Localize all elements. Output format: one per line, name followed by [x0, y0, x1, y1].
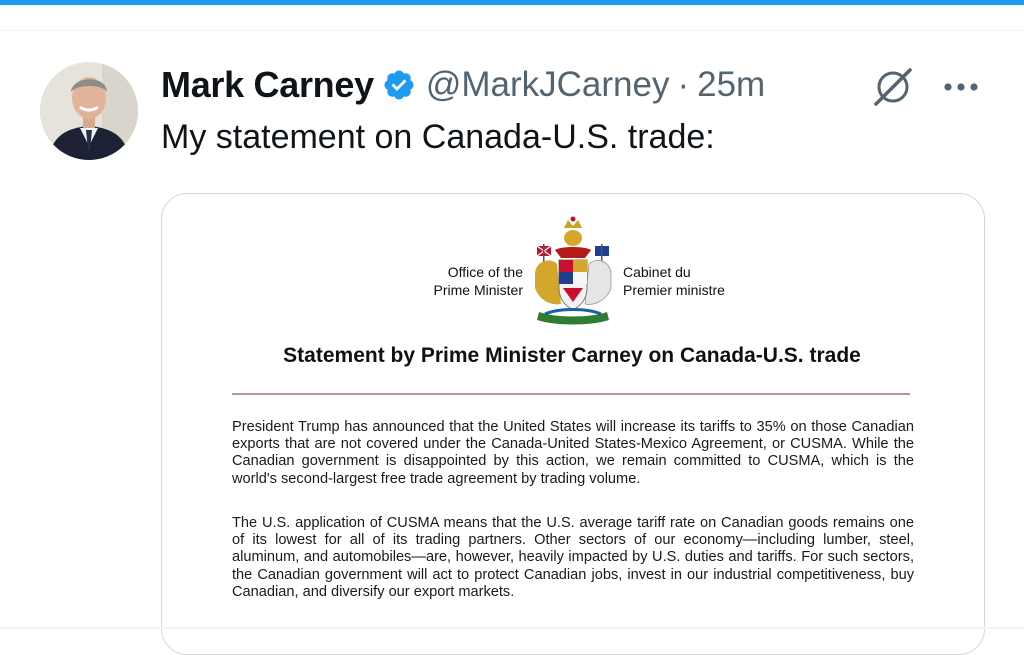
office-en-line-1: Office of the [447, 264, 523, 280]
office-en-line-2: Prime Minister [433, 282, 523, 298]
coat-of-arms-icon [531, 216, 615, 328]
tweet-timestamp[interactable]: 25m [697, 65, 765, 105]
statement-paragraph-1: President Trump has announced that the U… [232, 419, 914, 487]
tweet-media-image[interactable]: Office of the Prime Minister Cabinet du … [161, 193, 985, 655]
divider [0, 30, 1024, 31]
author-display-name[interactable]: Mark Carney [161, 64, 374, 106]
statement-paragraph-2: The U.S. application of CUSMA means that… [232, 515, 914, 600]
office-name-english: Office of the Prime Minister [434, 263, 523, 299]
avatar[interactable] [40, 62, 138, 160]
title-rule [232, 393, 910, 395]
tweet-header: Mark Carney @MarkJCarney · 25m [161, 62, 765, 108]
grok-icon[interactable] [870, 64, 916, 110]
top-accent-bar [0, 0, 1024, 5]
verified-badge-icon[interactable] [382, 68, 416, 102]
tweet-text: My statement on Canada-U.S. trade: [161, 118, 715, 156]
separator-dot: · [677, 65, 690, 104]
office-fr-line-1: Cabinet du [623, 264, 691, 280]
more-options-icon[interactable] [938, 64, 984, 110]
office-name-french: Cabinet du Premier ministre [623, 263, 725, 299]
office-fr-line-2: Premier ministre [623, 282, 725, 298]
author-handle[interactable]: @MarkJCarney [426, 65, 670, 105]
statement-title: Statement by Prime Minister Carney on Ca… [283, 344, 861, 367]
